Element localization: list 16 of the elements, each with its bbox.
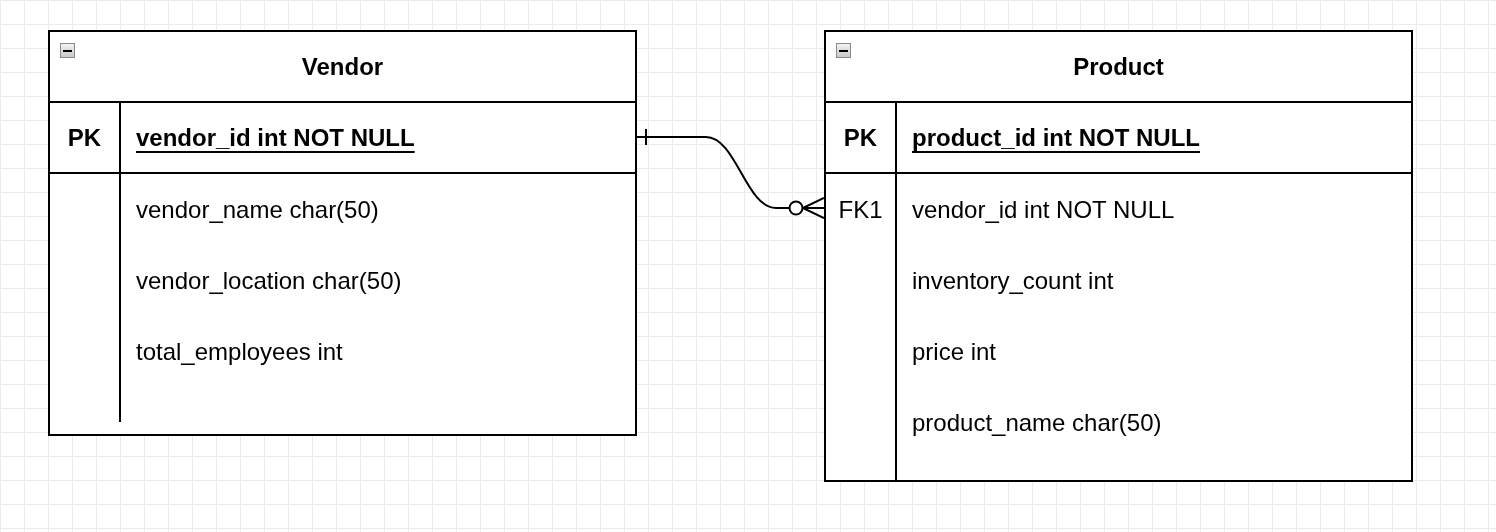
table-title: Product (1073, 51, 1164, 82)
field-label: inventory_count int (912, 265, 1114, 296)
primary-key-field: vendor_id int NOT NULL (136, 119, 415, 156)
field-label: total_employees int (136, 336, 343, 367)
table-title: Vendor (301, 51, 384, 82)
key-label: PK (67, 122, 102, 153)
field-label: vendor_location char(50) (136, 265, 402, 296)
key-label: PK (843, 122, 878, 153)
collapse-icon[interactable] (60, 43, 75, 58)
primary-key-field: product_id int NOT NULL (912, 119, 1200, 156)
field-label: vendor_name char(50) (136, 194, 379, 225)
key-label: FK1 (838, 194, 883, 225)
field-label: vendor_id int NOT NULL (912, 194, 1175, 225)
collapse-icon[interactable] (836, 43, 851, 58)
field-label: product_name char(50) (912, 407, 1162, 438)
field-label: price int (912, 336, 997, 367)
